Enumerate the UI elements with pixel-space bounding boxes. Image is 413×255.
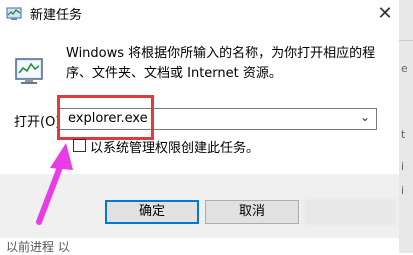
strip-text: i: [401, 160, 405, 173]
strip-text: i: [401, 184, 405, 197]
task-manager-icon: [14, 55, 46, 87]
window-title: 新建任务: [30, 8, 83, 23]
chevron-down-icon[interactable]: ⌄: [360, 110, 370, 124]
ok-button[interactable]: 确定: [105, 200, 199, 224]
background-window-strip: e t i i: [399, 0, 413, 253]
highlight-annotation: [57, 95, 154, 140]
browse-button[interactable]: 浏览(B)...: [305, 200, 395, 224]
strip-line: [399, 40, 413, 41]
strip-text: t: [401, 128, 406, 141]
close-button[interactable]: ✕: [372, 2, 398, 26]
admin-checkbox[interactable]: [73, 139, 86, 152]
admin-checkbox-label[interactable]: 以系统管理权限创建此任务。: [90, 137, 259, 156]
task-manager-icon: [6, 6, 22, 22]
strip-text: e: [401, 62, 408, 75]
background-text: 以前进程 以: [6, 240, 70, 254]
title-bar[interactable]: 新建任务 ✕: [0, 0, 399, 28]
dialog-description: Windows 将根据你所输入的名称，为你打开相应的程序、文件夹、文档或 Int…: [66, 46, 376, 81]
cancel-button[interactable]: 取消: [205, 200, 299, 224]
